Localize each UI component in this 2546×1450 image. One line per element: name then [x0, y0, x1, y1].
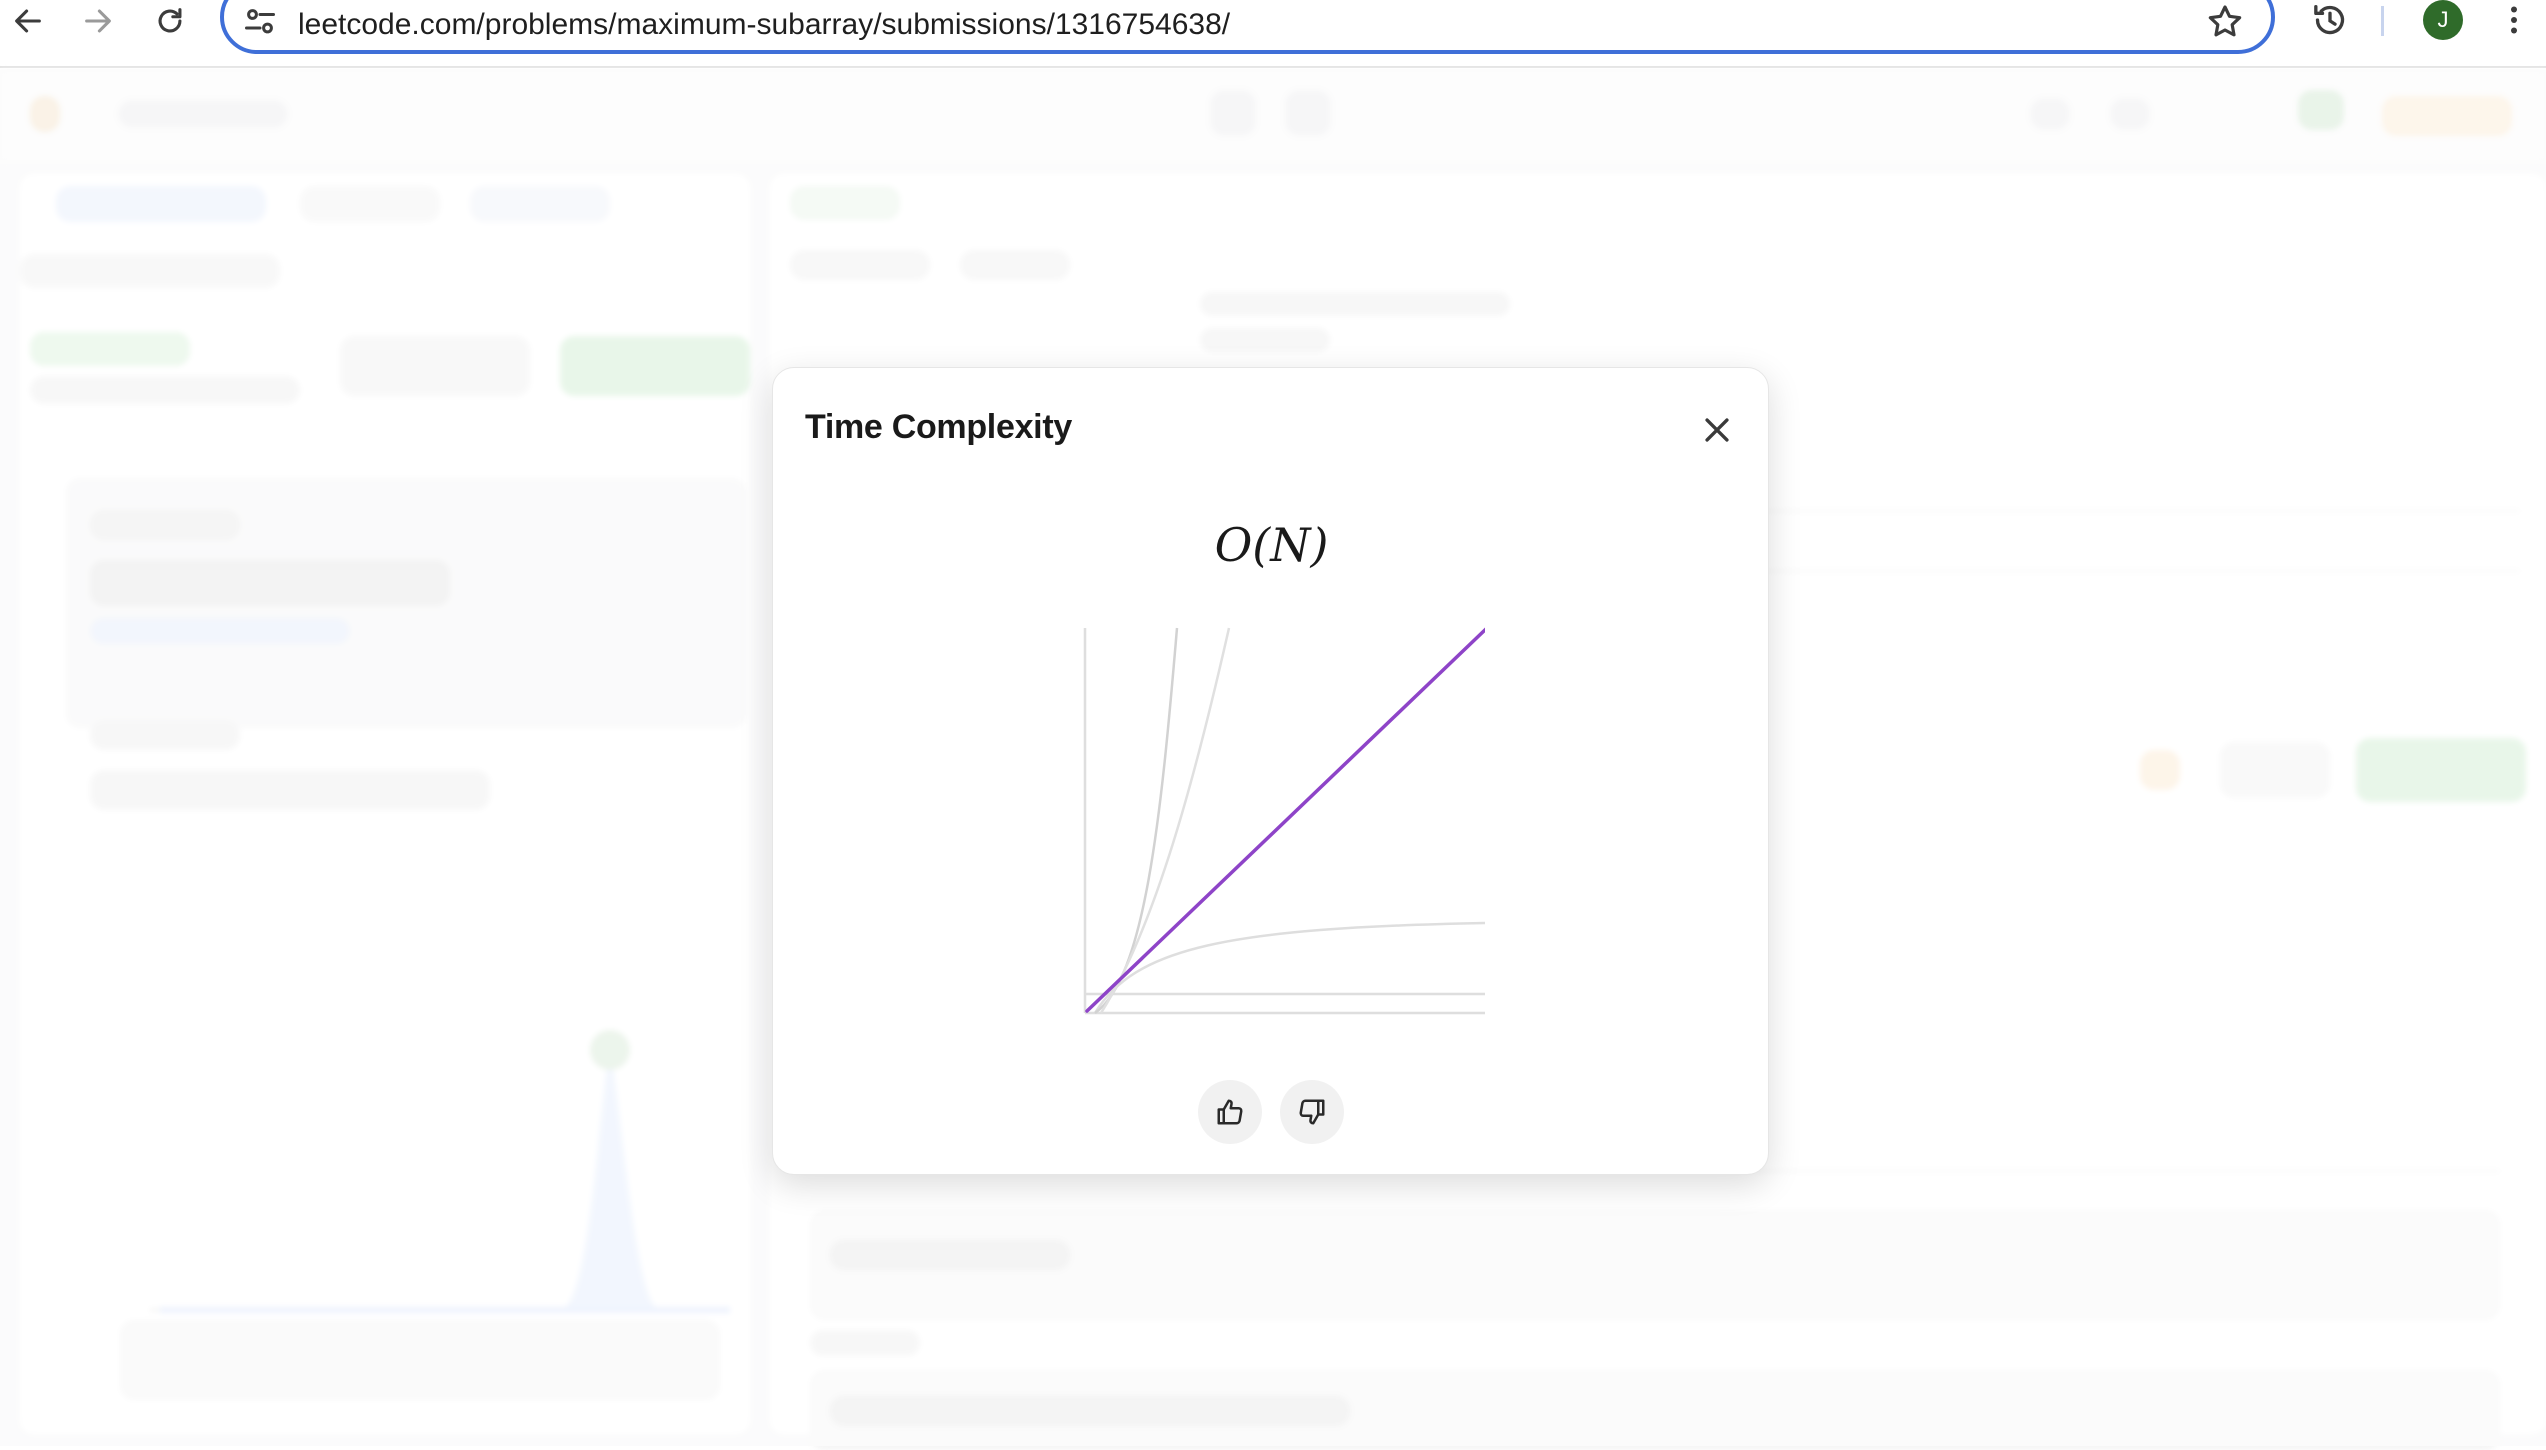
- bookmark-star-icon[interactable]: [2205, 2, 2245, 42]
- close-button[interactable]: [1693, 406, 1741, 454]
- history-icon[interactable]: [2310, 0, 2350, 40]
- complexity-graph: [1083, 627, 1485, 1015]
- close-icon: [1705, 418, 1729, 442]
- linear-curve: [1085, 627, 1485, 1013]
- reload-button[interactable]: [144, 0, 196, 42]
- exponential-curve: [1094, 627, 1179, 1015]
- arrow-left-icon: [15, 9, 41, 33]
- forward-button[interactable]: [72, 0, 124, 42]
- thumbs-down-icon: [1299, 1099, 1325, 1125]
- thumbs-up-button[interactable]: [1198, 1080, 1262, 1144]
- arrow-right-icon: [85, 9, 111, 33]
- reload-icon: [158, 8, 182, 33]
- profile-avatar[interactable]: J: [2423, 0, 2463, 40]
- complexity-formula: O(N): [1214, 518, 1329, 572]
- browser-toolbar: leetcode.com/problems/maximum-subarray/s…: [0, 0, 2546, 68]
- quadratic-curve: [1099, 627, 1231, 1014]
- url-text[interactable]: leetcode.com/problems/maximum-subarray/s…: [298, 8, 1230, 42]
- logarithmic-curve: [1093, 921, 1485, 1014]
- thumbs-up-icon: [1217, 1099, 1243, 1125]
- back-button[interactable]: [2, 0, 54, 42]
- toolbar-divider: [2381, 6, 2384, 36]
- more-vertical-icon[interactable]: [2496, 0, 2532, 40]
- modal-title: Time Complexity: [805, 408, 1072, 446]
- site-info-icon[interactable]: [242, 4, 278, 40]
- thumbs-down-button[interactable]: [1280, 1080, 1344, 1144]
- time-complexity-modal: Time Complexity O(N): [772, 367, 1769, 1175]
- address-bar[interactable]: leetcode.com/problems/maximum-subarray/s…: [220, 0, 2275, 54]
